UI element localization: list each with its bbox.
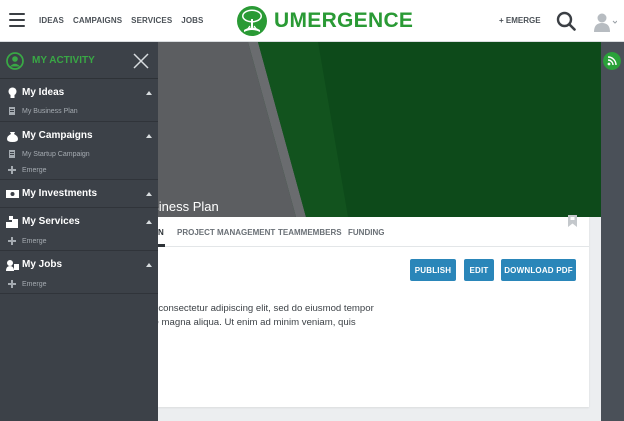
plus-icon: [8, 237, 16, 245]
sidebar-item-my-campaigns[interactable]: My Campaigns: [22, 130, 93, 141]
top-header: IDEAS CAMPAIGNS SERVICES JOBS UMERGENCE …: [0, 0, 624, 42]
tab-business-plan[interactable]: N: [158, 228, 164, 237]
sidebar-item-my-investments[interactable]: My Investments: [22, 188, 97, 199]
user-card-icon: [6, 260, 19, 271]
hero-banner: [158, 42, 601, 217]
hero-title: usiness Plan: [145, 199, 219, 214]
chevron-up-icon[interactable]: [146, 134, 152, 138]
right-rail: [601, 42, 624, 421]
user-avatar-icon[interactable]: [593, 11, 617, 33]
document-icon: [9, 150, 15, 158]
sidebar-subitem-emerge[interactable]: Emerge: [22, 238, 47, 245]
tree-logo-icon: [237, 6, 267, 36]
active-tab-indicator: [158, 244, 165, 247]
user-circle-icon: [6, 52, 24, 70]
tab-bar: N PROJECT MANAGEMENT TEAMMEMBERS FUNDING: [158, 217, 589, 247]
tab-funding[interactable]: FUNDING: [348, 228, 384, 237]
chevron-up-icon[interactable]: [146, 192, 152, 196]
brand-name: UMERGENCE: [274, 9, 414, 32]
edit-button[interactable]: EDIT: [464, 259, 494, 281]
money-bag-icon: [7, 132, 18, 142]
plus-icon: [8, 280, 16, 288]
hero-background: [158, 42, 601, 217]
sidebar-section-campaigns: My Campaigns My Startup Campaign Emerge: [0, 122, 158, 180]
nav-services[interactable]: SERVICES: [131, 16, 172, 25]
sidebar-title: MY ACTIVITY: [32, 55, 95, 66]
search-icon[interactable]: [556, 11, 576, 31]
rss-icon[interactable]: [603, 52, 621, 70]
sidebar-subitem-startup-campaign[interactable]: My Startup Campaign: [22, 151, 90, 158]
sidebar-header: MY ACTIVITY: [0, 42, 158, 79]
sidebar-subitem-emerge[interactable]: Emerge: [22, 167, 47, 174]
chevron-up-icon[interactable]: [146, 91, 152, 95]
sidebar-item-my-jobs[interactable]: My Jobs: [22, 259, 62, 270]
lightbulb-icon: [8, 87, 17, 98]
hero-title-container: usiness Plan: [145, 199, 265, 214]
sidebar-subitem-emerge[interactable]: Emerge: [22, 281, 47, 288]
description-line: et, consectetur adipiscing elit, sed do …: [145, 303, 374, 314]
activity-sidebar: MY ACTIVITY My Ideas My Business Plan My…: [0, 42, 158, 421]
nav-jobs[interactable]: JOBS: [181, 16, 203, 25]
sidebar-section-investments: My Investments: [0, 180, 158, 208]
chevron-up-icon[interactable]: [146, 220, 152, 224]
services-icon: [6, 216, 18, 228]
sidebar-section-ideas: My Ideas My Business Plan: [0, 79, 158, 122]
sidebar-section-services: My Services Emerge: [0, 208, 158, 251]
sidebar-item-my-ideas[interactable]: My Ideas: [22, 87, 64, 98]
description-line: ore magna aliqua. Ut enim ad minim venia…: [145, 317, 356, 328]
sidebar-item-my-services[interactable]: My Services: [22, 216, 80, 227]
download-pdf-button[interactable]: DOWNLOAD PDF: [501, 259, 576, 281]
tab-project-management[interactable]: PROJECT MANAGEMENT: [177, 228, 275, 237]
document-icon: [9, 107, 15, 115]
main-nav: IDEAS CAMPAIGNS SERVICES JOBS: [39, 16, 203, 25]
close-icon[interactable]: [131, 51, 151, 71]
nav-campaigns[interactable]: CAMPAIGNS: [73, 16, 122, 25]
plus-icon: [8, 166, 16, 174]
sidebar-section-jobs: My Jobs Emerge: [0, 251, 158, 294]
brand-logo[interactable]: UMERGENCE: [236, 5, 413, 37]
hamburger-menu-icon[interactable]: [9, 13, 25, 27]
nav-ideas[interactable]: IDEAS: [39, 16, 64, 25]
bookmark-icon[interactable]: [568, 215, 577, 227]
tab-teammembers[interactable]: TEAMMEMBERS: [278, 228, 342, 237]
money-bill-icon: [6, 190, 19, 198]
chevron-up-icon[interactable]: [146, 263, 152, 267]
sidebar-subitem-business-plan[interactable]: My Business Plan: [22, 108, 78, 115]
publish-button[interactable]: PUBLISH: [410, 259, 456, 281]
plan-description: et, consectetur adipiscing elit, sed do …: [145, 302, 405, 330]
emerge-button[interactable]: + EMERGE: [499, 16, 541, 25]
